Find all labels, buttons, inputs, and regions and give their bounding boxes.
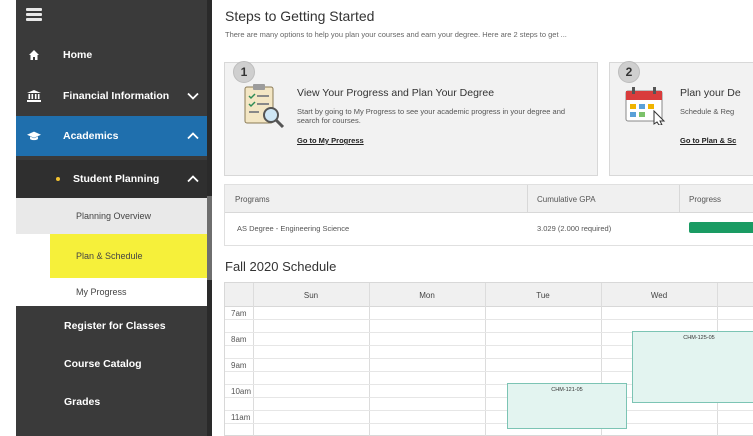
- program-name: AS Degree - Engineering Science: [237, 224, 350, 233]
- bank-icon: [27, 89, 41, 103]
- time-label: 9am: [231, 361, 247, 370]
- day-header-tue: Tue: [536, 291, 550, 300]
- table-row: AS Degree - Engineering Science 3.029 (2…: [225, 213, 753, 245]
- progress-bar: [689, 222, 753, 233]
- sidebar-item-student-planning[interactable]: Student Planning: [16, 160, 212, 198]
- sidebar-item-course-catalog[interactable]: Course Catalog: [16, 348, 212, 380]
- step-number-badge: 1: [233, 61, 255, 83]
- cumulative-gpa: 3.029 (2.000 required): [537, 224, 612, 233]
- sidebar-item-label: Student Planning: [73, 173, 160, 185]
- step-card-progress: 1 View Your Progress and Plan Your Degre…: [224, 61, 598, 176]
- step-card-title: Plan your De: [680, 87, 741, 99]
- column-header-gpa: Cumulative GPA: [537, 195, 596, 204]
- course-event[interactable]: CHM-125-05: [632, 331, 753, 403]
- clipboard-magnifier-icon: [244, 84, 285, 129]
- programs-table-header: Programs Cumulative GPA Progress: [225, 185, 753, 213]
- schedule-title: Fall 2020 Schedule: [225, 259, 337, 274]
- day-header-sun: Sun: [303, 291, 319, 300]
- sidebar: Home Financial Information Academics Stu…: [16, 0, 212, 436]
- chevron-up-icon: [186, 129, 200, 143]
- sidebar-item-academics[interactable]: Academics: [16, 116, 212, 156]
- go-to-my-progress-link[interactable]: Go to My Progress: [297, 136, 364, 145]
- sidebar-item-label: Register for Classes: [64, 320, 166, 332]
- time-label: 8am: [231, 335, 247, 344]
- sidebar-item-label: Course Catalog: [64, 358, 142, 370]
- column-header-programs: Programs: [235, 195, 270, 204]
- chevron-up-icon: [186, 172, 200, 186]
- sidebar-item-register-for-classes[interactable]: Register for Classes: [16, 310, 212, 342]
- sidebar-item-label: Plan & Schedule: [76, 251, 143, 261]
- page-subtitle: There are many options to help you plan …: [225, 30, 567, 39]
- sidebar-item-label: My Progress: [76, 287, 127, 297]
- active-bullet-icon: [56, 177, 60, 181]
- home-icon: [27, 48, 41, 62]
- page-title: Steps to Getting Started: [225, 8, 375, 24]
- hamburger-menu-icon[interactable]: [26, 8, 42, 22]
- day-header-mon: Mon: [419, 291, 435, 300]
- time-label: 10am: [231, 387, 252, 396]
- step-card-plan: 2 Plan your De Schedule & Reg Go to Plan…: [609, 61, 753, 176]
- sidebar-item-label: Academics: [63, 130, 119, 142]
- sidebar-item-planning-overview[interactable]: Planning Overview: [16, 198, 212, 234]
- main-content: Steps to Getting Started There are many …: [212, 0, 753, 436]
- time-label: 11am: [231, 413, 251, 422]
- sidebar-item-grades[interactable]: Grades: [16, 386, 212, 418]
- chevron-down-icon: [186, 89, 200, 103]
- schedule-calendar: Sun Mon Tue Wed 7am 8am 9am 10am 11am CH…: [224, 282, 753, 436]
- graduation-cap-icon: [27, 129, 41, 143]
- sidebar-item-label: Financial Information: [63, 90, 170, 102]
- step-card-title: View Your Progress and Plan Your Degree: [297, 87, 495, 99]
- sidebar-item-label: Home: [63, 49, 93, 61]
- sidebar-item-home[interactable]: Home: [16, 38, 212, 72]
- programs-table: Programs Cumulative GPA Progress AS Degr…: [224, 184, 753, 246]
- sidebar-item-plan-schedule[interactable]: Plan & Schedule: [16, 234, 212, 278]
- calendar-header: Sun Mon Tue Wed: [225, 283, 753, 307]
- step-card-description: Schedule & Reg: [680, 107, 735, 116]
- sidebar-item-label: Grades: [64, 396, 101, 408]
- day-header-wed: Wed: [650, 291, 668, 300]
- sidebar-item-label: Planning Overview: [76, 211, 152, 221]
- time-label: 7am: [231, 309, 247, 318]
- sidebar-item-financial-information[interactable]: Financial Information: [16, 78, 212, 114]
- calendar-icon: [625, 87, 666, 125]
- course-event[interactable]: CHM-121-05: [507, 383, 627, 429]
- go-to-plan-schedule-link[interactable]: Go to Plan & Sc: [680, 136, 736, 145]
- step-number-badge: 2: [618, 61, 640, 83]
- sidebar-item-my-progress[interactable]: My Progress: [16, 278, 212, 306]
- column-header-progress: Progress: [689, 195, 722, 204]
- step-card-description: Start by going to My Progress to see you…: [297, 107, 566, 125]
